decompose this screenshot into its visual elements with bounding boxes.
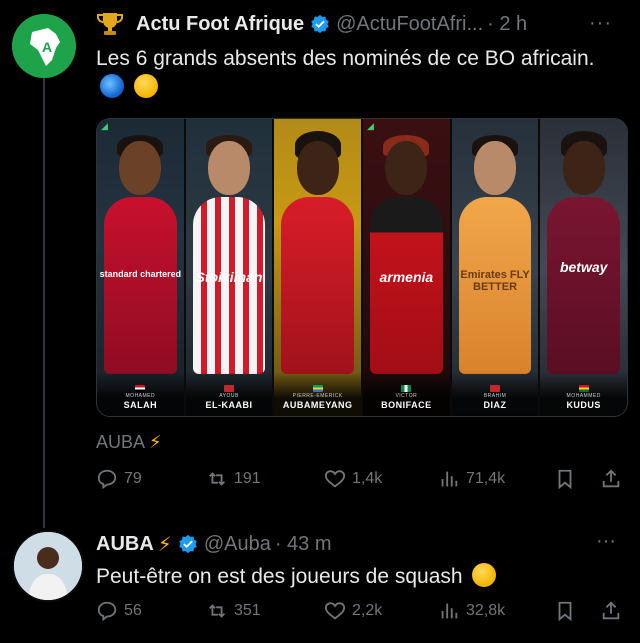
- player-first-name: BRAHIM: [483, 393, 507, 399]
- thread-connector-line: [43, 78, 45, 528]
- heart-icon: [324, 470, 346, 488]
- globe-icon: [100, 74, 124, 98]
- reply-button[interactable]: 79: [96, 468, 206, 490]
- bookmark-icon: [558, 469, 572, 490]
- repost-icon: [209, 604, 225, 618]
- reply-icon: [97, 469, 117, 490]
- view-count: 32,8k: [466, 602, 506, 619]
- player-first-name: MOHAMED: [125, 393, 156, 399]
- image-tag-label[interactable]: AUBA ⚡: [96, 432, 162, 453]
- lightning-icon: ⚡: [157, 533, 172, 556]
- handle[interactable]: @Auba: [204, 533, 271, 556]
- like-count: 2,2k: [352, 602, 383, 619]
- verified-badge-icon: [311, 14, 329, 34]
- shirt-sponsor: Emirates FLY BETTER: [460, 269, 530, 293]
- views-button[interactable]: 71,4k: [438, 468, 554, 490]
- display-name[interactable]: AUBA: [96, 533, 154, 556]
- like-button[interactable]: 2,2k: [324, 600, 438, 622]
- display-name[interactable]: Actu Foot Afrique: [136, 13, 304, 36]
- bookmark-button[interactable]: [554, 600, 600, 622]
- shirt-sponsor: armenia: [379, 269, 434, 285]
- timestamp[interactable]: · 43 m: [275, 533, 332, 556]
- repost-button[interactable]: 191: [206, 468, 324, 490]
- shirt-sponsor: betway: [559, 259, 608, 275]
- player-last-name: AUBAMEYANG: [282, 400, 353, 410]
- player-panel-el-kaabi: Stoiximan AYOUB EL-KAABI: [185, 119, 275, 416]
- player-last-name: SALAH: [123, 400, 158, 410]
- player-last-name: KUDUS: [566, 400, 601, 410]
- profile-photo-icon: [14, 532, 82, 600]
- trophy-icon: [97, 13, 123, 35]
- shirt-sponsor: Stoiximan: [195, 269, 263, 285]
- tweet2-action-bar: 56 351 2,2k 32,8k: [96, 600, 628, 622]
- svg-text:A: A: [42, 39, 52, 55]
- reply-tweet-text: Peut-être on est des joueurs de squash: [96, 563, 497, 589]
- like-count: 1,4k: [352, 470, 383, 487]
- player-last-name: BONIFACE: [381, 400, 432, 410]
- auba-avatar[interactable]: [12, 530, 84, 602]
- tweet1-action-bar: 79 191 1,4k 71,4k: [96, 468, 628, 490]
- more-options-icon[interactable]: ···: [596, 530, 616, 553]
- reply-tweet-header: AUBA ⚡ @Auba · 43 m: [96, 530, 332, 558]
- image-tag-name: AUBA: [96, 432, 145, 452]
- repost-count: 191: [234, 470, 261, 487]
- player-last-name: EL-KAABI: [205, 400, 253, 410]
- verified-badge-icon: [179, 534, 197, 554]
- lightning-icon: ⚡: [149, 432, 162, 452]
- tweet-image-collage[interactable]: ◢ standard chartered MOHAMED SALAH Stoix…: [96, 118, 628, 417]
- player-first-name: AYOUB: [219, 393, 239, 399]
- share-button[interactable]: [600, 468, 628, 490]
- bookmark-icon: [558, 601, 572, 622]
- thinking-face-icon: [472, 563, 497, 587]
- shirt-sponsor: standard chartered: [99, 269, 182, 279]
- views-button[interactable]: 32,8k: [438, 600, 554, 622]
- repost-count: 351: [234, 602, 261, 619]
- timestamp[interactable]: · 2 h: [487, 13, 527, 36]
- reply-count: 56: [124, 602, 142, 619]
- logo-icon: ◢: [101, 121, 108, 131]
- view-count: 71,4k: [466, 470, 506, 487]
- reply-button[interactable]: 56: [96, 600, 206, 622]
- player-first-name: MOHAMMED: [566, 393, 601, 399]
- reply-count: 79: [124, 470, 142, 487]
- player-panel-diaz: Emirates FLY BETTER BRAHIM DIAZ: [451, 119, 541, 416]
- heart-icon: [324, 602, 346, 620]
- player-panel-boniface: ◢ armenia VICTOR BONIFACE: [363, 119, 452, 416]
- logo-icon: ◢: [367, 121, 374, 131]
- bookmark-button[interactable]: [554, 468, 600, 490]
- tweet-text-content: Les 6 grands absents des nominés de ce B…: [96, 47, 595, 70]
- player-panel-salah: ◢ standard chartered MOHAMED SALAH: [97, 119, 186, 416]
- share-icon: [602, 601, 620, 620]
- reply-icon: [97, 601, 117, 622]
- africa-logo-icon: A: [12, 14, 76, 78]
- repost-icon: [209, 472, 225, 486]
- share-button[interactable]: [600, 600, 628, 622]
- player-panel-kudus: betway MOHAMMED KUDUS: [540, 119, 627, 416]
- share-icon: [602, 469, 620, 488]
- tweet-header: Actu Foot Afrique @ActuFootAfri... · 2 h: [96, 10, 527, 38]
- views-icon: [441, 471, 458, 487]
- player-last-name: DIAZ: [483, 400, 507, 410]
- player-panel-aubameyang: PIERRE-EMERICK AUBAMEYANG: [274, 119, 364, 416]
- handle[interactable]: @ActuFootAfri...: [336, 13, 483, 36]
- views-icon: [441, 603, 458, 619]
- reply-text-content: Peut-être on est des joueurs de squash: [96, 565, 463, 588]
- player-first-name: PIERRE-EMERICK: [292, 393, 343, 399]
- astonished-face-icon: [133, 74, 158, 98]
- player-first-name: VICTOR: [395, 393, 418, 399]
- more-options-icon[interactable]: ···: [589, 12, 612, 35]
- actu-foot-afrique-avatar[interactable]: A: [12, 14, 76, 78]
- like-button[interactable]: 1,4k: [324, 468, 438, 490]
- tweet-text: Les 6 grands absents des nominés de ce B…: [96, 44, 616, 102]
- repost-button[interactable]: 351: [206, 600, 324, 622]
